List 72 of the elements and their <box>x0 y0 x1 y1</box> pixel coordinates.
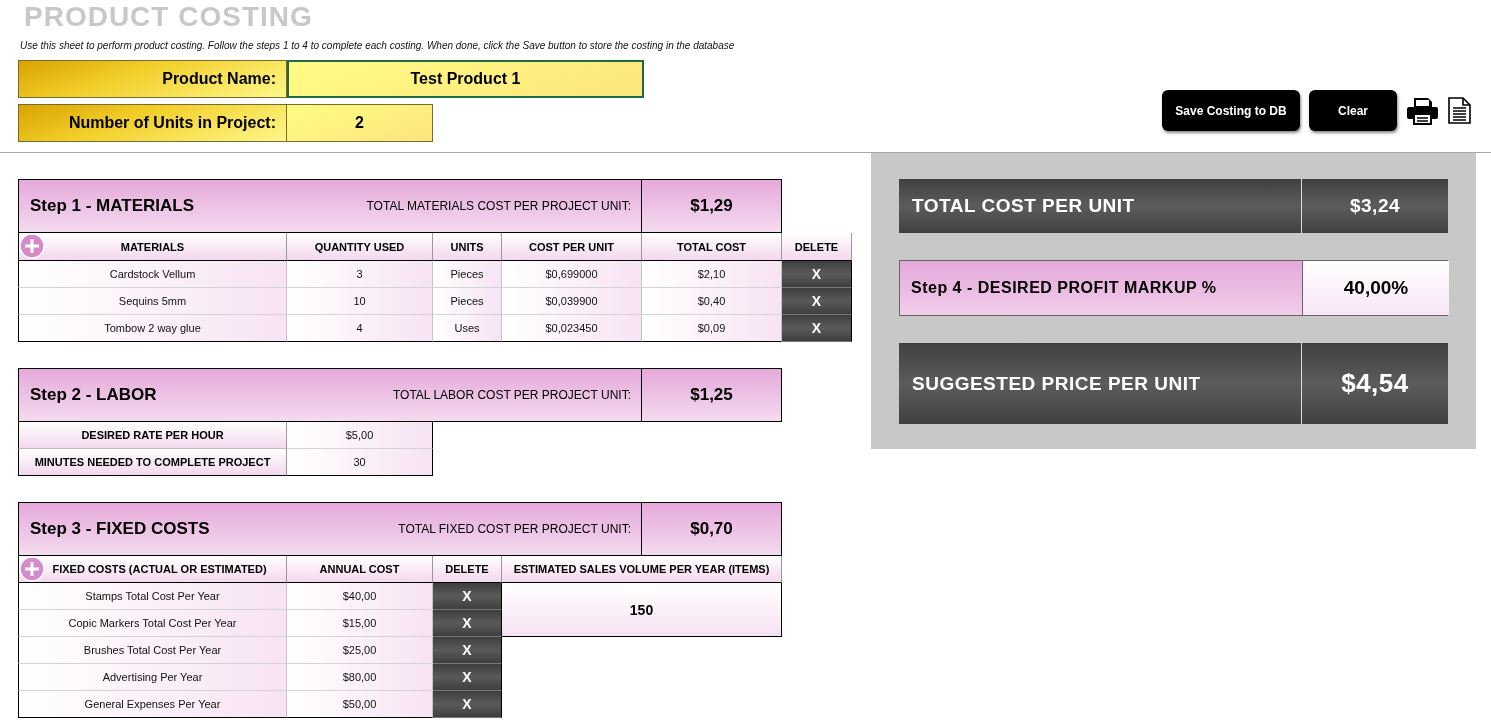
table-cell: $50,00 <box>287 691 433 718</box>
delete-button[interactable]: X <box>433 583 502 610</box>
column-header: ESTIMATED SALES VOLUME PER YEAR (ITEMS) <box>502 556 782 583</box>
table-cell: Advertising Per Year <box>18 664 287 691</box>
column-header: DELETE <box>433 556 502 583</box>
table-cell[interactable]: $5,00 <box>287 422 433 449</box>
delete-button[interactable]: X <box>782 315 852 342</box>
total-value: $1,25 <box>642 368 782 422</box>
table-cell: $25,00 <box>287 637 433 664</box>
row-label: DESIRED RATE PER HOUR <box>18 422 287 449</box>
total-value: $0,70 <box>642 502 782 556</box>
save-button[interactable]: Save Costing to DB <box>1162 90 1300 131</box>
table-cell: Pieces <box>433 261 502 288</box>
table-cell: 10 <box>287 288 433 315</box>
instructions-text: Use this sheet to perform product costing. Follow the steps 1 to 4 to complete each costing. When done, click the Save button to store the costing in the database <box>20 40 735 51</box>
total-cost-label: TOTAL COST PER UNIT <box>899 179 1301 233</box>
suggested-price-value: $4,54 <box>1301 343 1448 424</box>
table-cell: Brushes Total Cost Per Year <box>18 637 287 664</box>
column-header: COST PER UNIT <box>502 233 642 261</box>
column-header: UNITS <box>433 233 502 261</box>
delete-button[interactable]: X <box>433 610 502 637</box>
total-value: $1,29 <box>642 179 782 233</box>
delete-button[interactable]: X <box>782 261 852 288</box>
table-cell: Stamps Total Cost Per Year <box>18 583 287 610</box>
table-cell: $15,00 <box>287 610 433 637</box>
table-cell: Cardstock Vellum <box>18 261 287 288</box>
units-field[interactable]: 2 <box>287 104 433 142</box>
table-cell: $0,039900 <box>502 288 642 315</box>
step-title: Step 3 - FIXED COSTS <box>29 519 211 539</box>
delete-button[interactable]: X <box>433 691 502 718</box>
table-cell: 4 <box>287 315 433 342</box>
markup-field[interactable]: 40,00% <box>1302 261 1449 315</box>
table-cell: $2,10 <box>642 261 782 288</box>
step-title: Step 2 - LABOR <box>29 385 158 405</box>
table-cell: General Expenses Per Year <box>18 691 287 718</box>
table-cell: $0,699000 <box>502 261 642 288</box>
total-label: TOTAL MATERIALS COST PER PROJECT UNIT: <box>366 199 632 213</box>
table-cell: $0,40 <box>642 288 782 315</box>
table-cell: $0,023450 <box>502 315 642 342</box>
table-cell: Uses <box>433 315 502 342</box>
column-header: DELETE <box>782 233 852 261</box>
table-cell: $40,00 <box>287 583 433 610</box>
product-name-field[interactable]: Test Product 1 <box>287 60 644 98</box>
column-header: FIXED COSTS (ACTUAL OR ESTIMATED) <box>18 556 287 583</box>
table-cell: Copic Markers Total Cost Per Year <box>18 610 287 637</box>
step-title: Step 1 - MATERIALS <box>29 196 196 216</box>
delete-button[interactable]: X <box>782 288 852 315</box>
row-label: MINUTES NEEDED TO COMPLETE PROJECT <box>18 449 287 476</box>
total-label: TOTAL FIXED COST PER PROJECT UNIT: <box>398 522 632 536</box>
clear-button[interactable]: Clear <box>1309 90 1397 131</box>
total-cost-value: $3,24 <box>1301 179 1448 233</box>
table-cell: Pieces <box>433 288 502 315</box>
column-header: MATERIALS <box>18 233 287 261</box>
field-label: Product Name: <box>18 60 287 98</box>
table-cell: Tombow 2 way glue <box>18 315 287 342</box>
suggested-price-label: SUGGESTED PRICE PER UNIT <box>899 343 1301 424</box>
column-header: TOTAL COST <box>642 233 782 261</box>
table-cell: $80,00 <box>287 664 433 691</box>
table-cell[interactable]: 30 <box>287 449 433 476</box>
table-cell: $0,09 <box>642 315 782 342</box>
document-icon[interactable] <box>1448 97 1471 124</box>
field-label: Number of Units in Project: <box>18 104 287 142</box>
sales-volume-field[interactable]: 150 <box>502 583 782 637</box>
column-header: ANNUAL COST <box>287 556 433 583</box>
delete-button[interactable]: X <box>433 664 502 691</box>
markup-label: Step 4 - DESIRED PROFIT MARKUP % <box>900 261 1302 315</box>
column-header: QUANTITY USED <box>287 233 433 261</box>
print-icon[interactable] <box>1406 96 1439 125</box>
table-cell: Sequins 5mm <box>18 288 287 315</box>
delete-button[interactable]: X <box>433 637 502 664</box>
total-label: TOTAL LABOR COST PER PROJECT UNIT: <box>392 388 632 402</box>
table-cell: 3 <box>287 261 433 288</box>
